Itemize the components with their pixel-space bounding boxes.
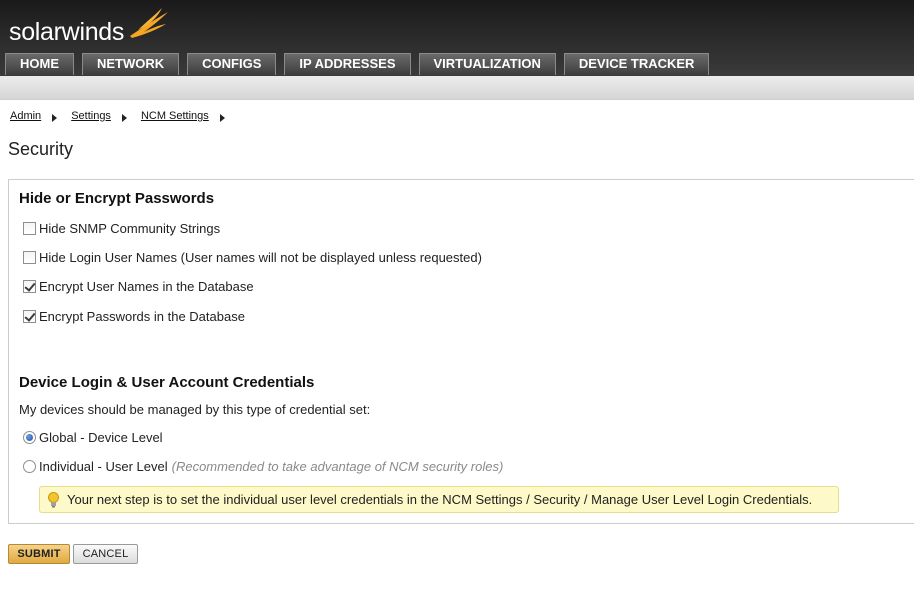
hide-snmp-checkbox[interactable] xyxy=(23,222,36,235)
next-step-hint: Your next step is to set the individual … xyxy=(39,486,839,513)
breadcrumb-settings[interactable]: Settings xyxy=(71,110,111,122)
global-device-level-label: Global - Device Level xyxy=(39,430,163,445)
encrypt-passwords-option[interactable]: Encrypt Passwords in the Database xyxy=(23,309,245,324)
next-step-hint-text: Your next step is to set the individual … xyxy=(67,492,813,507)
credentials-description: My devices should be managed by this typ… xyxy=(19,402,371,417)
encrypt-passwords-label: Encrypt Passwords in the Database xyxy=(39,309,245,324)
credentials-section-heading: Device Login & User Account Credentials xyxy=(19,374,315,391)
nav-tab-network[interactable]: NETWORK xyxy=(82,53,180,75)
sub-toolbar xyxy=(0,76,914,100)
breadcrumb-arrow-icon xyxy=(219,114,225,122)
individual-user-level-note: (Recommended to take advantage of NCM se… xyxy=(171,459,504,474)
hide-snmp-option[interactable]: Hide SNMP Community Strings xyxy=(23,221,220,236)
solarwinds-logo[interactable]: solarwinds xyxy=(9,18,124,47)
breadcrumb-arrow-icon xyxy=(52,114,58,122)
solarwinds-flame-icon xyxy=(130,8,168,38)
nav-tab-configs[interactable]: CONFIGS xyxy=(187,53,277,75)
app-header: solarwinds HOME NETWORK CONFIGS IP ADDRE… xyxy=(0,0,914,76)
individual-credential-option[interactable]: Individual - User Level (Recommended to … xyxy=(23,459,503,474)
encrypt-passwords-checkbox[interactable] xyxy=(23,310,36,323)
nav-tab-device-tracker[interactable]: DEVICE TRACKER xyxy=(563,53,710,75)
encrypt-usernames-label: Encrypt User Names in the Database xyxy=(39,279,254,294)
individual-user-level-radio[interactable] xyxy=(23,460,36,473)
breadcrumb-admin[interactable]: Admin xyxy=(10,110,41,122)
breadcrumb-ncm-settings[interactable]: NCM Settings xyxy=(141,110,209,122)
submit-button[interactable]: SUBMIT xyxy=(8,544,70,564)
main-nav: HOME NETWORK CONFIGS IP ADDRESSES VIRTUA… xyxy=(5,53,717,75)
hide-login-checkbox[interactable] xyxy=(23,251,36,264)
encrypt-usernames-checkbox[interactable] xyxy=(23,280,36,293)
nav-tab-home[interactable]: HOME xyxy=(5,53,74,75)
security-settings-panel: Hide or Encrypt Passwords Hide SNMP Comm… xyxy=(8,179,914,524)
hide-snmp-label: Hide SNMP Community Strings xyxy=(39,221,221,236)
nav-tab-virtualization[interactable]: VIRTUALIZATION xyxy=(418,53,556,75)
hide-login-label: Hide Login User Names (User names will n… xyxy=(39,250,482,265)
lightbulb-icon xyxy=(48,492,59,508)
breadcrumb: Admin Settings NCM Settings xyxy=(10,110,239,122)
passwords-section-heading: Hide or Encrypt Passwords xyxy=(19,190,215,207)
nav-tab-ip-addresses[interactable]: IP ADDRESSES xyxy=(284,53,411,75)
encrypt-usernames-option[interactable]: Encrypt User Names in the Database xyxy=(23,279,254,294)
page-title: Security xyxy=(8,139,74,159)
global-credential-option[interactable]: Global - Device Level xyxy=(23,430,163,445)
individual-user-level-label: Individual - User Level xyxy=(39,459,168,474)
breadcrumb-arrow-icon xyxy=(121,114,127,122)
global-device-level-radio[interactable] xyxy=(23,431,36,444)
hide-login-option[interactable]: Hide Login User Names (User names will n… xyxy=(23,250,482,265)
cancel-button[interactable]: CANCEL xyxy=(73,544,138,564)
